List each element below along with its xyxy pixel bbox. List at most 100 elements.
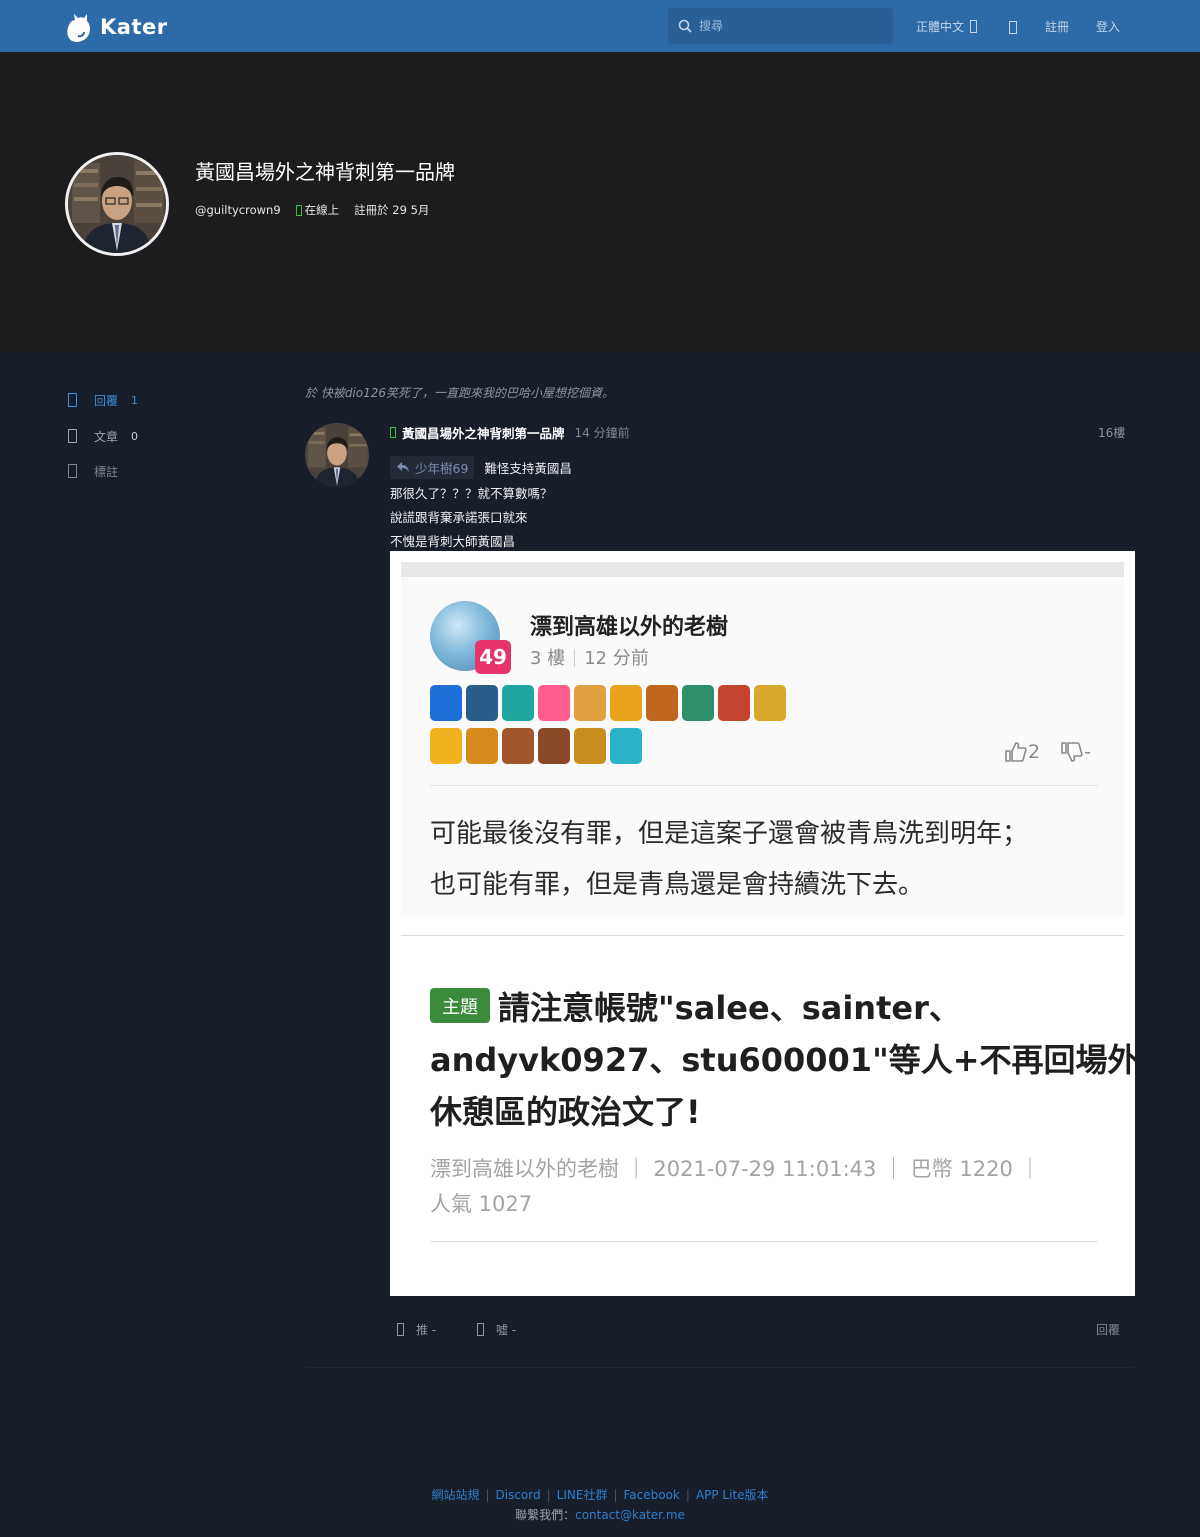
image-badges-row bbox=[430, 728, 642, 764]
bell-icon[interactable] bbox=[1009, 21, 1017, 34]
quoted-user-chip[interactable]: 少年樹69 bbox=[390, 455, 475, 479]
image-comment-text: 可能最後沒有罪，但是這案子還會被青鳥洗到明年； bbox=[430, 819, 1029, 849]
upvote-label: 推 - bbox=[416, 1323, 437, 1337]
contact-label: 聯繫我們： bbox=[515, 1508, 576, 1522]
image-topic-title: 休憩區的政治文了! bbox=[430, 1093, 701, 1131]
image-like-count: 2 bbox=[1028, 741, 1041, 763]
image-badges-row bbox=[430, 685, 786, 721]
sidebar-item-label: 文章 bbox=[94, 429, 119, 444]
footer-link-facebook[interactable]: Facebook bbox=[624, 1488, 680, 1502]
image-user-name: 漂到高雄以外的老樹 bbox=[530, 615, 729, 640]
image-topic-title: andyvk0927、stu600001"等人+不再回場外 bbox=[430, 1041, 1135, 1079]
search-box[interactable] bbox=[668, 8, 893, 44]
downvote-label: 噓 - bbox=[496, 1323, 517, 1337]
image-achievement-badge bbox=[430, 728, 462, 764]
thumbs-up-icon bbox=[1005, 742, 1027, 762]
image-achievement-badge bbox=[610, 685, 642, 721]
search-input[interactable] bbox=[699, 19, 879, 33]
image-achievement-badge bbox=[466, 685, 498, 721]
image-divider bbox=[430, 1241, 1098, 1242]
image-achievement-badge bbox=[538, 728, 570, 764]
image-comment-text: 也可能有罪，但是青鳥還是會持續洗下去。 bbox=[430, 870, 925, 900]
language-label: 正體中文 bbox=[916, 20, 965, 34]
online-status-icon bbox=[390, 427, 396, 438]
reply-button[interactable]: 回覆 bbox=[1096, 1321, 1120, 1338]
post-time[interactable]: 14 分鐘前 bbox=[575, 424, 630, 441]
site-logo[interactable]: Kater bbox=[64, 11, 168, 43]
thumbs-up-icon bbox=[397, 1323, 404, 1336]
tag-icon bbox=[68, 464, 77, 478]
image-achievement-badge bbox=[754, 685, 786, 721]
post-author-avatar[interactable] bbox=[305, 423, 369, 487]
image-votes: 2 - bbox=[1004, 741, 1091, 763]
image-achievement-badge bbox=[574, 685, 606, 721]
register-link[interactable]: 註冊 bbox=[1045, 18, 1069, 35]
image-achievement-badge bbox=[466, 728, 498, 764]
thumbs-down-icon bbox=[1061, 742, 1083, 762]
post-context-link[interactable]: 於 快被dio126笑死了，一直跑來我的巴哈小屋想挖個資。 bbox=[305, 384, 614, 401]
footer-contact: 聯繫我們：contact@kater.me bbox=[0, 1506, 1200, 1523]
post-attached-image[interactable]: 49 漂到高雄以外的老樹 3 樓 12 分前 2 - 可能最後沒有罪，但是這案子還… bbox=[390, 551, 1135, 1296]
footer-links: 網站站規 | Discord | LINE社群 | Facebook | APP Lite版本 bbox=[431, 1488, 769, 1502]
top-nav: Kater 正體中文 註冊 登入 bbox=[0, 0, 1200, 52]
sidebar-item-count: 0 bbox=[131, 429, 139, 443]
image-topic-title: 請注意帳號"salee、sainter、 bbox=[498, 989, 961, 1027]
downvote-button[interactable]: 噓 - bbox=[477, 1321, 516, 1338]
image-divider bbox=[430, 785, 1098, 786]
sidebar-item-replies[interactable]: 回覆 1 bbox=[68, 390, 138, 410]
image-top-strip bbox=[401, 562, 1124, 577]
quoted-text: 難怪支持黃國昌 bbox=[484, 460, 572, 476]
footer-link-discord[interactable]: Discord bbox=[496, 1488, 541, 1502]
image-divider bbox=[401, 935, 1124, 936]
profile-display-name: 黃國昌場外之神背刺第一品牌 bbox=[195, 160, 455, 184]
sidebar-item-label: 回覆 bbox=[94, 393, 119, 408]
image-achievement-badge bbox=[718, 685, 750, 721]
online-status-icon bbox=[295, 204, 302, 216]
image-achievement-badge bbox=[646, 685, 678, 721]
language-selector[interactable]: 正體中文 bbox=[916, 18, 978, 35]
image-comment-meta: 3 樓 12 分前 bbox=[530, 644, 649, 670]
quoted-user: 少年樹69 bbox=[415, 460, 469, 476]
joined-date: 註冊於 29 5月 bbox=[354, 203, 430, 217]
logo-text: Kater bbox=[100, 15, 168, 39]
image-achievement-badge bbox=[502, 728, 534, 764]
post-divider bbox=[305, 1367, 1135, 1368]
post-line: 那很久了？？？就不算數嗎？ bbox=[390, 486, 553, 501]
image-achievement-badge bbox=[610, 728, 642, 764]
post-line: 說謊跟背棄承諾張口就來 bbox=[390, 510, 528, 525]
profile-header: 黃國昌場外之神背刺第一品牌 @guiltycrown9 在線上 註冊於 29 5… bbox=[0, 52, 1200, 352]
dropdown-icon bbox=[970, 20, 978, 33]
footer-link-app-lite[interactable]: APP Lite版本 bbox=[696, 1488, 769, 1502]
sidebar-item-tags[interactable]: 標註 bbox=[68, 461, 118, 481]
image-topic-tag: 主題 bbox=[430, 988, 490, 1023]
sidebar-item-count: 1 bbox=[131, 393, 139, 407]
article-icon bbox=[68, 429, 77, 443]
footer-link-rules[interactable]: 網站站規 bbox=[431, 1488, 479, 1502]
login-link[interactable]: 登入 bbox=[1096, 18, 1120, 35]
image-time: 12 分前 bbox=[584, 648, 649, 669]
online-status: 在線上 bbox=[304, 203, 340, 217]
sidebar-item-label: 標註 bbox=[94, 464, 119, 479]
profile-meta: @guiltycrown9 在線上 註冊於 29 5月 bbox=[195, 202, 429, 218]
kater-cat-logo-icon bbox=[67, 14, 91, 42]
post-header: 黃國昌場外之神背刺第一品牌 14 分鐘前 bbox=[390, 423, 630, 442]
image-topic-info: 漂到高雄以外的老樹 ｜ 2021-07-29 11:01:43 ｜ 巴幣 122… bbox=[430, 1157, 1041, 1181]
image-achievement-badge bbox=[682, 685, 714, 721]
image-achievement-badge bbox=[538, 685, 570, 721]
image-achievement-badge bbox=[502, 685, 534, 721]
reply-icon bbox=[68, 393, 77, 407]
image-floor: 3 樓 bbox=[530, 648, 566, 669]
profile-avatar bbox=[65, 152, 169, 256]
post-line: 不愧是背刺大師黃國昌 bbox=[390, 534, 516, 549]
image-dislike-count: - bbox=[1084, 741, 1091, 763]
sidebar-item-articles[interactable]: 文章 0 bbox=[68, 426, 138, 446]
post-floor[interactable]: 16樓 bbox=[1098, 424, 1125, 441]
upvote-button[interactable]: 推 - bbox=[397, 1321, 436, 1338]
image-achievement-badge bbox=[430, 685, 462, 721]
image-topic-info: 人氣 1027 bbox=[430, 1192, 533, 1216]
post-author-name[interactable]: 黃國昌場外之神背刺第一品牌 bbox=[402, 423, 565, 442]
image-level-badge: 49 bbox=[475, 640, 511, 674]
contact-email-link[interactable]: contact@kater.me bbox=[575, 1508, 685, 1522]
footer-link-line[interactable]: LINE社群 bbox=[557, 1488, 608, 1502]
thumbs-down-icon bbox=[477, 1323, 484, 1336]
